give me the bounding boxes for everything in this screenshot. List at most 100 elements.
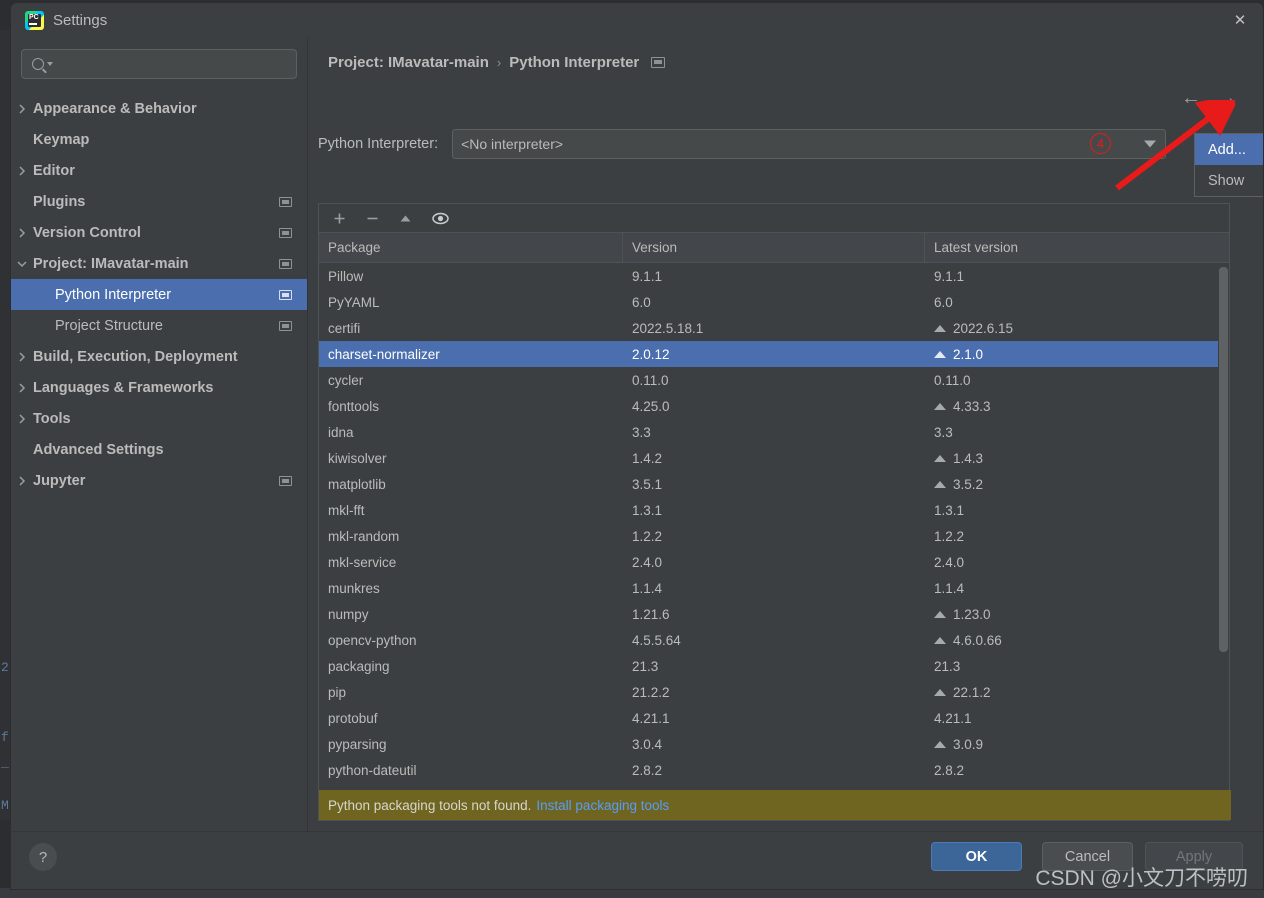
table-row[interactable]: mkl-service 2.4.0 2.4.0: [319, 549, 1229, 575]
sidebar-item-languages-frameworks[interactable]: Languages & Frameworks: [11, 372, 307, 403]
table-row[interactable]: certifi 2022.5.18.1 2022.6.15: [319, 315, 1229, 341]
chevron-down-icon[interactable]: [1144, 140, 1157, 148]
sidebar-item-tools[interactable]: Tools: [11, 403, 307, 434]
cell-latest-version: 1.2.2: [925, 529, 1229, 544]
settings-tree: Appearance & Behavior Keymap Editor Plugins…: [11, 93, 307, 496]
latest-version-text: 1.4.3: [953, 450, 984, 466]
table-row[interactable]: opencv-python 4.5.5.64 4.6.0.66: [319, 627, 1229, 653]
sidebar-item-label: Editor: [33, 162, 75, 179]
latest-version-text: 1.23.0: [953, 606, 991, 622]
help-button[interactable]: ?: [29, 843, 57, 871]
show-early-releases-eye-icon[interactable]: [432, 212, 449, 225]
column-header-version[interactable]: Version: [623, 233, 925, 262]
cell-package: fonttools: [328, 398, 380, 414]
cell-version: 9.1.1: [632, 268, 663, 284]
latest-version-text: 2.4.0: [934, 554, 965, 570]
cell-version: 2022.5.18.1: [632, 320, 704, 336]
cell-package: pyparsing: [328, 736, 387, 752]
upgrade-available-icon: [934, 402, 946, 410]
table-row[interactable]: numpy 1.21.6 1.23.0: [319, 601, 1229, 627]
close-icon[interactable]: ✕: [1217, 3, 1263, 36]
table-row[interactable]: cycler 0.11.0 0.11.0: [319, 367, 1229, 393]
search-input[interactable]: [59, 56, 279, 72]
project-scope-badge-icon: [279, 289, 292, 300]
table-row[interactable]: python-dateutil 2.8.2 2.8.2: [319, 757, 1229, 783]
menu-item-add[interactable]: Add...: [1195, 134, 1263, 165]
add-package-icon[interactable]: [333, 212, 346, 225]
cell-package: cycler: [328, 372, 364, 388]
cell-package: charset-normalizer: [328, 346, 440, 362]
sidebar-item-build-execution-deployment[interactable]: Build, Execution, Deployment: [11, 341, 307, 372]
chevron-right-icon: [11, 165, 33, 176]
cell-version: 1.3.1: [632, 502, 663, 518]
upgrade-package-icon[interactable]: [399, 212, 412, 225]
packages-table: Package Version Latest version Pillow 9.1…: [318, 203, 1231, 821]
cell-latest-version: 21.3: [925, 659, 1229, 674]
breadcrumb-separator: ›: [496, 55, 502, 70]
table-row[interactable]: requests2.27.12.28.0: [319, 783, 1229, 791]
dialog-title: Settings: [53, 11, 108, 29]
table-row[interactable]: Pillow 9.1.1 9.1.1: [319, 263, 1229, 289]
sidebar-item-version-control[interactable]: Version Control: [11, 217, 307, 248]
cell-version: 21.2.2: [632, 684, 670, 700]
interpreter-row: Python Interpreter: <No interpreter>: [318, 129, 1167, 159]
upgrade-available-icon: [934, 688, 946, 696]
ok-button[interactable]: OK: [931, 842, 1022, 871]
sidebar-item-keymap[interactable]: Keymap: [11, 124, 307, 155]
upgrade-available-icon: [934, 480, 946, 488]
settings-dialog: PC Settings ✕ Appearance & Behavior Keyma…: [10, 2, 1264, 890]
table-row[interactable]: matplotlib 3.5.1 3.5.2: [319, 471, 1229, 497]
table-row[interactable]: fonttools 4.25.0 4.33.3: [319, 393, 1229, 419]
breadcrumb-page: Python Interpreter: [509, 54, 640, 71]
sidebar-item-plugins[interactable]: Plugins: [11, 186, 307, 217]
table-row[interactable]: packaging 21.3 21.3: [319, 653, 1229, 679]
table-row[interactable]: pip 21.2.2 22.1.2: [319, 679, 1229, 705]
cell-version: 4.25.0: [632, 398, 670, 414]
install-packaging-tools-link[interactable]: Install packaging tools: [536, 798, 669, 813]
sidebar-item-python-interpreter[interactable]: Python Interpreter: [11, 279, 307, 310]
column-header-package[interactable]: Package: [319, 233, 623, 262]
breadcrumb-project[interactable]: Project: IMavatar-main: [328, 54, 489, 71]
table-row[interactable]: idna 3.3 3.3: [319, 419, 1229, 445]
sidebar-item-project-structure[interactable]: Project Structure: [11, 310, 307, 341]
latest-version-text: 4.21.1: [934, 710, 972, 726]
cell-version: 3.5.1: [632, 476, 663, 492]
packaging-warning-banner: Python packaging tools not found. Instal…: [319, 790, 1231, 820]
cell-latest-version: 4.33.3: [925, 399, 1229, 414]
table-row[interactable]: mkl-fft 1.3.1 1.3.1: [319, 497, 1229, 523]
table-row[interactable]: protobuf 4.21.1 4.21.1: [319, 705, 1229, 731]
table-row[interactable]: PyYAML 6.0 6.0: [319, 289, 1229, 315]
nav-back-icon[interactable]: ←: [1181, 87, 1201, 110]
scrollbar-thumb[interactable]: [1219, 267, 1228, 652]
menu-item-show[interactable]: Show: [1195, 165, 1263, 196]
cell-version: 4.21.1: [632, 710, 670, 726]
column-header-latest-version[interactable]: Latest version: [925, 233, 1229, 262]
latest-version-text: 1.3.1: [934, 502, 965, 518]
remove-package-icon[interactable]: [366, 212, 379, 225]
search-box[interactable]: [21, 49, 297, 79]
sidebar-item-project-imavatar-main[interactable]: Project: IMavatar-main: [11, 248, 307, 279]
table-row[interactable]: kiwisolver 1.4.2 1.4.3: [319, 445, 1229, 471]
cell-version: 2.8.2: [632, 762, 663, 778]
cell-latest-version: 1.3.1: [925, 503, 1229, 518]
sidebar-item-label: Project: IMavatar-main: [33, 255, 189, 272]
sidebar-item-advanced-settings[interactable]: Advanced Settings: [11, 434, 307, 465]
table-row[interactable]: charset-normalizer 2.0.12 2.1.0: [319, 341, 1229, 367]
sidebar-item-jupyter[interactable]: Jupyter: [11, 465, 307, 496]
cell-package: mkl-random: [328, 528, 400, 544]
table-row[interactable]: pyparsing 3.0.4 3.0.9: [319, 731, 1229, 757]
main-pane: Project: IMavatar-main › Python Interpre…: [308, 37, 1263, 833]
cell-latest-version: 4.6.0.66: [925, 633, 1229, 648]
latest-version-text: 1.1.4: [934, 580, 965, 596]
nav-forward-icon[interactable]: →: [1217, 87, 1237, 110]
sidebar-item-editor[interactable]: Editor: [11, 155, 307, 186]
chevron-right-icon: [11, 103, 33, 114]
table-scrollbar[interactable]: [1218, 263, 1229, 790]
cell-package: certifi: [328, 320, 361, 336]
table-row[interactable]: mkl-random 1.2.2 1.2.2: [319, 523, 1229, 549]
cell-package: kiwisolver: [328, 450, 387, 466]
interpreter-select[interactable]: <No interpreter>: [452, 129, 1167, 159]
project-scope-badge-icon: [279, 258, 292, 269]
table-row[interactable]: munkres 1.1.4 1.1.4: [319, 575, 1229, 601]
sidebar-item-appearance-behavior[interactable]: Appearance & Behavior: [11, 93, 307, 124]
